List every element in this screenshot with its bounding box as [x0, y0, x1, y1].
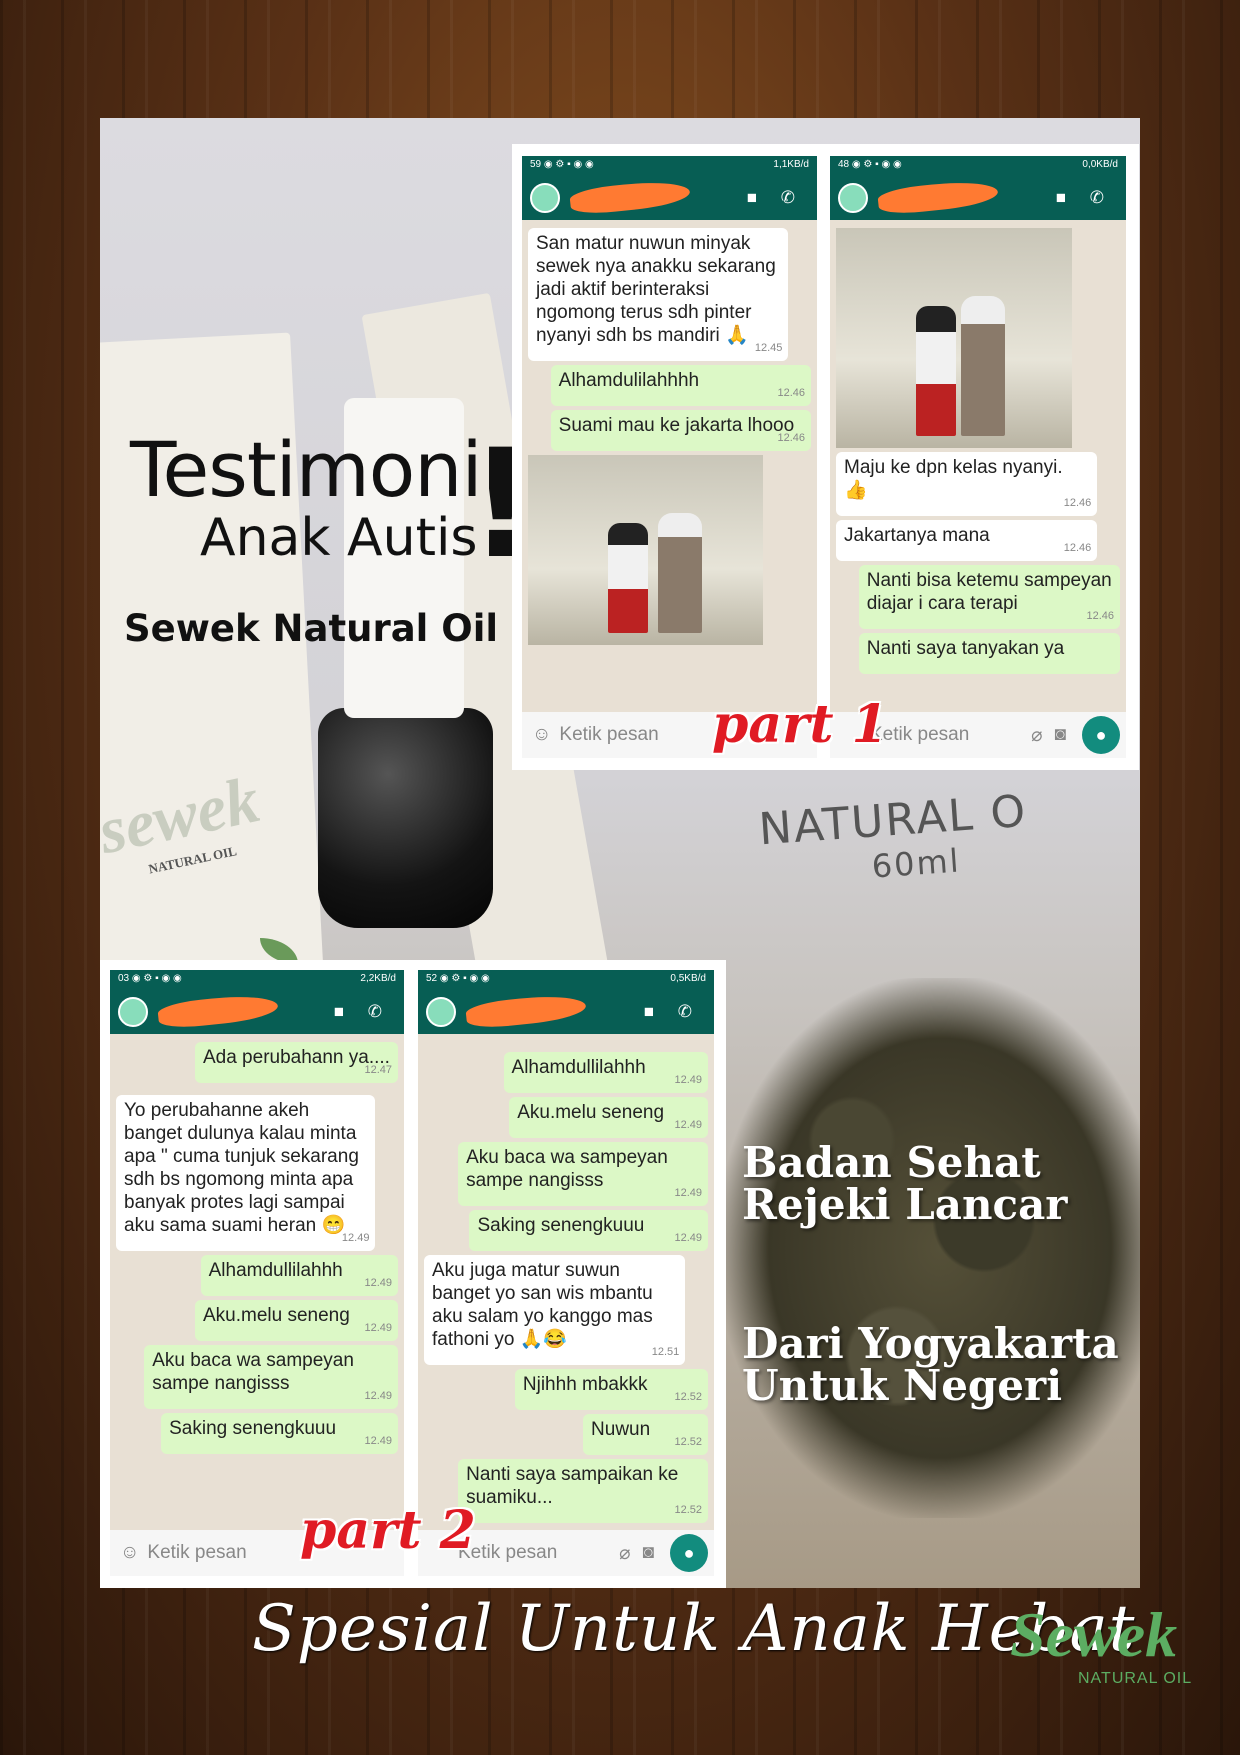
message-bubble: Alhamdulilahhhh 12.46 [550, 365, 811, 406]
message-bubble: Alhamdullilahhh 12.49 [503, 1052, 708, 1093]
message-bubble: Njihhh mbakkk 12.52 [514, 1369, 708, 1410]
teacher-figure [961, 296, 1005, 436]
part2-screenshot: 03 ◉ ⚙ ▪ ◉ ◉ 2,2KB/d ■ ✆ Ada perubahann ya… [100, 960, 726, 1588]
message-bubble: Saking senengkuuu 12.49 [469, 1210, 708, 1251]
camera-icon[interactable]: ◙ [1055, 724, 1066, 746]
status-bar: 52 ◉ ⚙ ▪ ◉ ◉ 0,5KB/d [418, 970, 714, 990]
slogan-health: Badan Sehat Rejeki Lancar [742, 1138, 1068, 1229]
attach-icon[interactable]: ⌀ [619, 1542, 630, 1565]
message-list: Ada perubahann ya.... 12.47 Yo perubahann… [110, 1034, 404, 1462]
slogan-origin: Dari Yogyakarta Untuk Negeri [742, 1319, 1119, 1410]
classroom-photo[interactable] [528, 455, 763, 645]
message-bubble: Maju ke dpn kelas nyanyi. 👍 12.46 [836, 452, 1098, 516]
chat-phone-left: 03 ◉ ⚙ ▪ ◉ ◉ 2,2KB/d ■ ✆ Ada perubahann ya… [110, 970, 404, 1576]
avatar [530, 183, 560, 213]
bottle-label-text: NATURAL O 60ml [757, 785, 1029, 886]
chat-phone-left: 59 ◉ ⚙ ▪ ◉ ◉ 1,1KB/d ■ ✆ San matur nuwun m… [522, 156, 817, 758]
status-bar: 59 ◉ ⚙ ▪ ◉ ◉ 1,1KB/d [522, 156, 817, 176]
phone-icon[interactable]: ✆ [781, 188, 795, 208]
message-bubble: Ada perubahann ya.... 12.47 [194, 1042, 398, 1083]
dried-herb [720, 978, 1140, 1518]
message-bubble: Nanti saya sampaikan ke suamiku... 12.52 [458, 1459, 708, 1523]
phone-icon[interactable]: ✆ [1090, 188, 1104, 208]
message-list: San matur nuwun minyak sewek nya anakku … [522, 220, 817, 653]
message-list: Maju ke dpn kelas nyanyi. 👍 12.46 Jakarta… [830, 220, 1126, 682]
status-bar: 03 ◉ ⚙ ▪ ◉ ◉ 2,2KB/d [110, 970, 404, 990]
mic-icon[interactable]: ● [670, 1534, 708, 1572]
chat-phone-right: 52 ◉ ⚙ ▪ ◉ ◉ 0,5KB/d ■ ✆ Alhamdullilahhh 12… [418, 970, 714, 1576]
chat-header: ■ ✆ [110, 990, 404, 1034]
message-list: Alhamdullilahhh 12.49 Aku.melu seneng 12.4… [418, 1034, 714, 1531]
redaction-mark [568, 177, 692, 217]
redaction-mark [464, 991, 588, 1031]
mic-icon[interactable]: ● [1082, 716, 1120, 754]
footer-tagline: Spesial Untuk Anak Hebat [252, 1592, 1136, 1666]
product-name: Sewek Natural Oil [124, 607, 499, 650]
message-bubble: Aku.melu seneng 12.49 [194, 1300, 398, 1341]
message-bubble: San matur nuwun minyak sewek nya anakku … [528, 228, 789, 361]
child-figure [916, 306, 956, 436]
message-bubble: Aku.melu seneng 12.49 [509, 1097, 708, 1138]
video-call-icon[interactable]: ■ [1056, 188, 1066, 208]
avatar [838, 183, 868, 213]
camera-icon[interactable]: ◙ [643, 1542, 654, 1564]
redaction-mark [156, 991, 280, 1031]
avatar [426, 997, 456, 1027]
emoji-icon[interactable]: ☺ [532, 724, 551, 746]
emoji-icon[interactable]: ☺ [120, 1542, 139, 1564]
status-bar: 48 ◉ ⚙ ▪ ◉ ◉ 0,0KB/d [830, 156, 1126, 176]
video-call-icon[interactable]: ■ [747, 188, 757, 208]
message-bubble: Aku juga matur suwun banget yo san wis m… [424, 1255, 686, 1365]
sewek-logo: Sewek NATURAL OIL [1010, 1599, 1193, 1688]
message-bubble: Saking senengkuuu 12.49 [161, 1413, 398, 1454]
video-call-icon[interactable]: ■ [644, 1002, 654, 1022]
chat-header: ■ ✆ [830, 176, 1126, 220]
message-bubble: Aku baca wa sampeyan sampe nangisss 12.49 [458, 1142, 708, 1206]
message-bubble: Alhamdullilahhh 12.49 [200, 1255, 398, 1296]
redaction-mark [876, 177, 1000, 217]
part1-screenshot: 59 ◉ ⚙ ▪ ◉ ◉ 1,1KB/d ■ ✆ San matur nuwun m… [512, 144, 1139, 770]
message-bubble: Jakartanya mana 12.46 [836, 520, 1098, 561]
message-bubble: Yo perubahanne akeh banget dulunya kalau… [116, 1095, 376, 1251]
message-bubble: Nanti saya tanyakan ya [858, 633, 1120, 674]
message-bubble: Nanti bisa ketemu sampeyan diajar i cara… [858, 565, 1120, 629]
chat-header: ■ ✆ [522, 176, 817, 220]
message-bubble: Suami mau ke jakarta lhooo 12.46 [550, 410, 811, 451]
attach-icon[interactable]: ⌀ [1031, 724, 1042, 747]
chat-phone-right: 48 ◉ ⚙ ▪ ◉ ◉ 0,0KB/d ■ ✆ Maju ke dpn kelas… [830, 156, 1126, 758]
child-figure [608, 523, 648, 633]
avatar [118, 997, 148, 1027]
oil-bottle [318, 708, 493, 928]
video-call-icon[interactable]: ■ [334, 1002, 344, 1022]
chat-header: ■ ✆ [418, 990, 714, 1034]
phone-icon[interactable]: ✆ [678, 1002, 692, 1022]
classroom-photo[interactable] [836, 228, 1072, 448]
part2-badge: part 2 [300, 1500, 476, 1561]
phone-icon[interactable]: ✆ [368, 1002, 382, 1022]
message-bubble: Aku baca wa sampeyan sampe nangisss 12.49 [144, 1345, 398, 1409]
part1-badge: part 1 [712, 694, 888, 755]
message-bubble: Nuwun 12.52 [583, 1414, 708, 1455]
teacher-figure [658, 513, 702, 633]
